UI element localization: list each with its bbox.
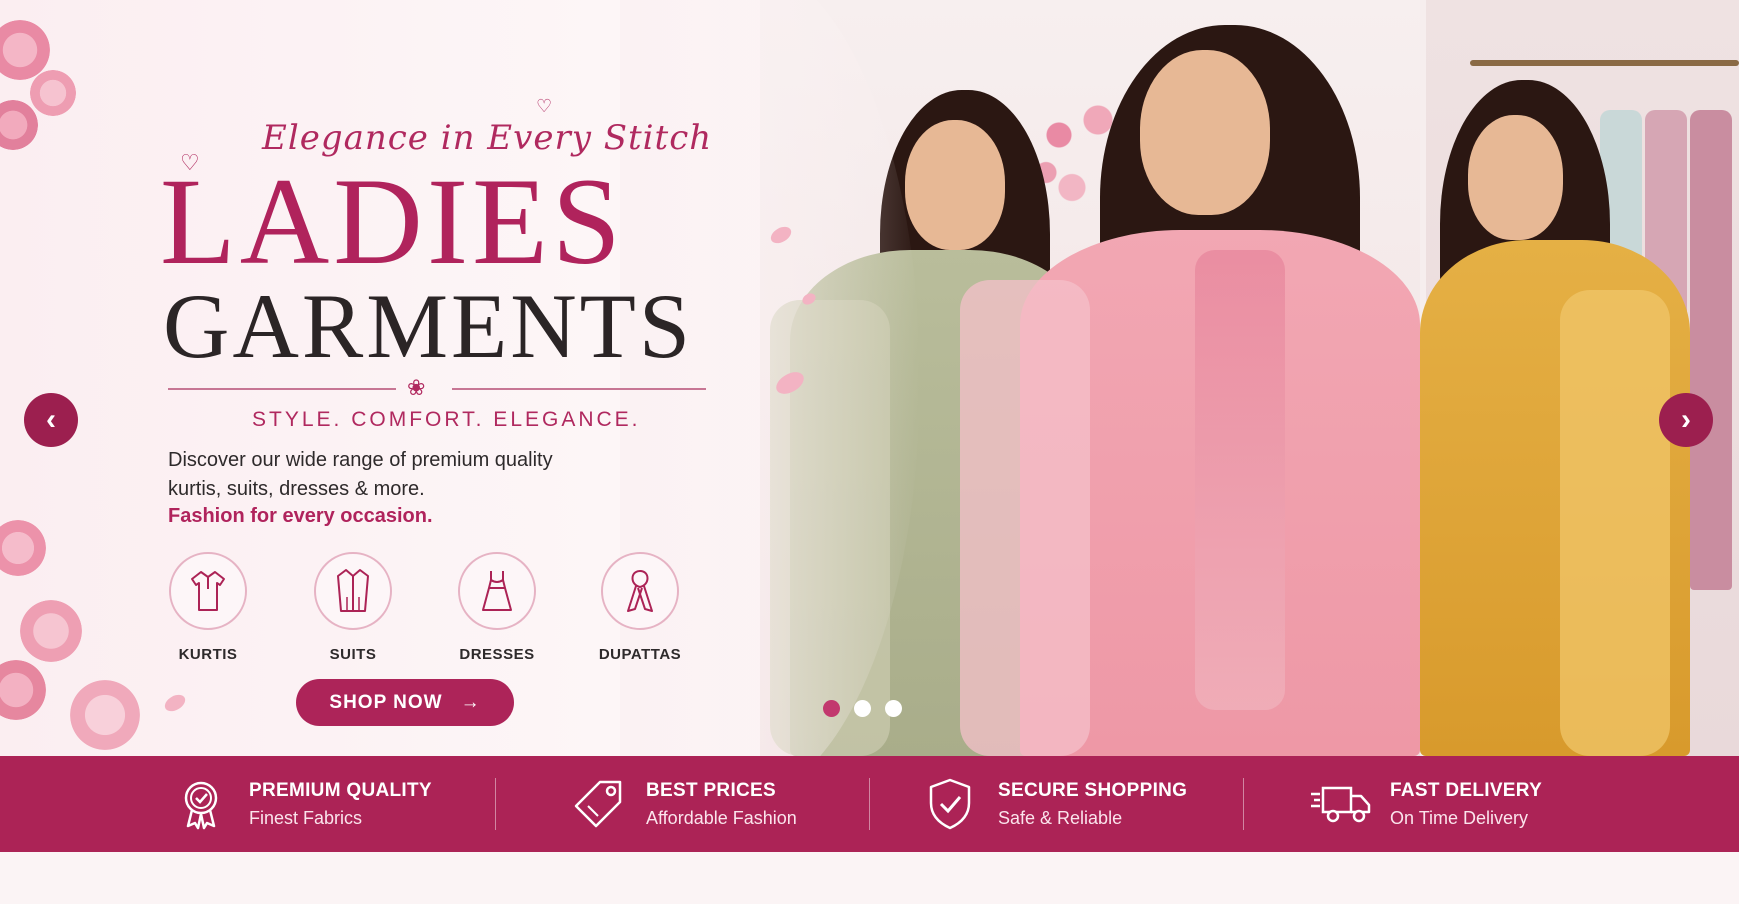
feature-title: FAST DELIVERY <box>1390 779 1543 801</box>
chevron-right-icon: › <box>1681 403 1691 436</box>
previous-slide-button[interactable]: ‹ <box>24 393 78 447</box>
flower-decoration <box>30 70 76 116</box>
flower-decoration <box>70 680 140 750</box>
feature-subtitle: Affordable Fashion <box>646 807 797 828</box>
flower-decoration <box>0 520 46 576</box>
slide-dot-2[interactable] <box>854 700 871 717</box>
category-label: DRESSES <box>459 646 535 663</box>
feature-secure-shopping: SECURE SHOPPING Safe & Reliable <box>924 756 1187 852</box>
slide-dot-3[interactable] <box>885 700 902 717</box>
features-bar: PREMIUM QUALITY Finest Fabrics BEST PRIC… <box>0 756 1739 852</box>
page-footer-space <box>0 852 1739 904</box>
title-garments: GARMENTS <box>163 275 694 377</box>
slide-dot-1[interactable] <box>823 700 840 717</box>
category-dresses[interactable]: DRESSES <box>447 552 547 663</box>
hero-banner: ♡ Elegance in Every Stitch ♡ LADIES GARM… <box>0 0 1739 756</box>
shop-now-label: SHOP NOW <box>329 691 443 713</box>
feature-subtitle: Finest Fabrics <box>249 807 363 828</box>
next-slide-button[interactable]: › <box>1659 393 1713 447</box>
delivery-truck-icon <box>1308 778 1374 830</box>
flower-decoration <box>0 20 50 80</box>
flower-decoration <box>0 660 46 720</box>
description-emphasis: Fashion for every occasion. <box>168 505 433 527</box>
category-kurtis[interactable]: KURTIS <box>158 552 258 663</box>
feature-divider <box>1243 778 1244 830</box>
clothing-rail <box>1470 60 1739 66</box>
shield-check-icon <box>924 778 976 830</box>
divider-left <box>168 388 396 390</box>
feature-title: PREMIUM QUALITY <box>249 779 432 801</box>
award-badge-icon <box>175 778 227 830</box>
feature-title: BEST PRICES <box>646 779 776 801</box>
shop-now-button[interactable]: SHOP NOW → <box>296 679 514 726</box>
flower-decoration <box>20 600 82 662</box>
category-label: SUITS <box>329 646 377 663</box>
tagline: Elegance in Every Stitch <box>262 118 713 158</box>
feature-subtitle: On Time Delivery <box>1390 807 1529 828</box>
petal-decoration <box>161 691 189 715</box>
suit-icon <box>314 552 392 630</box>
description: Discover our wide range of premium quali… <box>168 449 553 500</box>
kurti-icon <box>169 552 247 630</box>
category-label: DUPATTAS <box>598 646 682 663</box>
heart-icon: ♡ <box>536 96 553 116</box>
category-dupattas[interactable]: DUPATTAS <box>590 552 690 663</box>
hanging-garment <box>1690 110 1732 590</box>
feature-divider <box>869 778 870 830</box>
flower-decoration <box>0 100 38 150</box>
category-label: KURTIS <box>178 646 238 663</box>
price-tag-icon <box>572 778 624 830</box>
dupatta-icon <box>601 552 679 630</box>
title-ladies: LADIES <box>160 153 625 290</box>
divider-right <box>452 388 706 390</box>
feature-subtitle: Safe & Reliable <box>998 807 1123 828</box>
slider-dots <box>823 700 902 717</box>
lotus-icon: ❀ <box>407 375 426 400</box>
feature-fast-delivery: FAST DELIVERY On Time Delivery <box>1308 756 1542 852</box>
feature-title: SECURE SHOPPING <box>998 779 1188 801</box>
category-suits[interactable]: SUITS <box>303 552 403 663</box>
slogan: STYLE. COMFORT. ELEGANCE. <box>252 408 641 431</box>
arrow-right-icon: → <box>460 691 481 713</box>
feature-best-prices: BEST PRICES Affordable Fashion <box>572 756 797 852</box>
chevron-left-icon: ‹ <box>46 403 56 436</box>
dress-icon <box>458 552 536 630</box>
feature-divider <box>495 778 496 830</box>
feature-premium-quality: PREMIUM QUALITY Finest Fabrics <box>175 756 432 852</box>
